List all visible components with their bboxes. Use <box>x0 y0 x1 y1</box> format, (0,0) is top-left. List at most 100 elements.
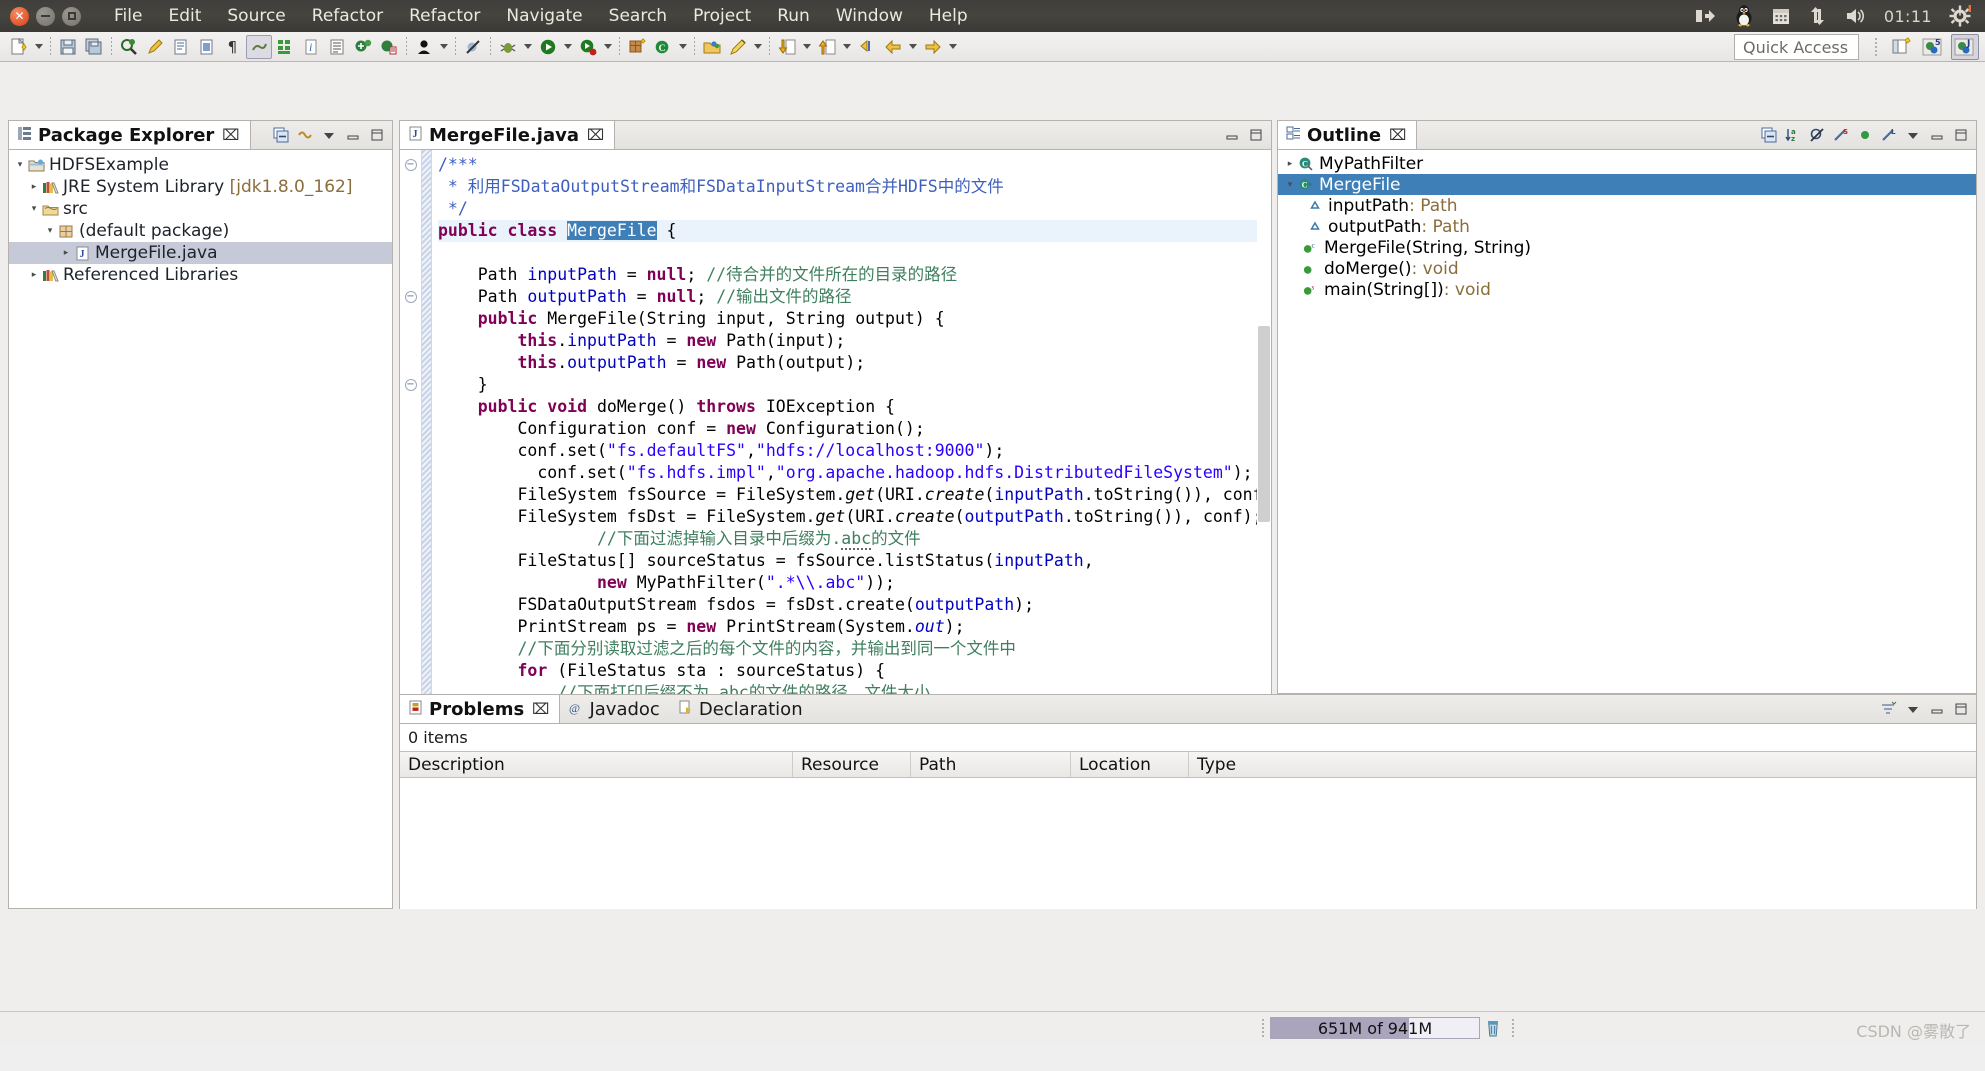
outline-item-inputpath[interactable]: inputPath : Path <box>1278 195 1976 216</box>
skip-all-breakpoints-icon[interactable] <box>460 35 486 59</box>
tab-problems[interactable]: Problems ⌧ <box>400 695 561 723</box>
previous-annotation-icon[interactable] <box>814 35 840 59</box>
trash-icon[interactable] <box>1480 1016 1506 1040</box>
minimize-icon[interactable] <box>1928 127 1945 144</box>
menu-help[interactable]: Help <box>916 3 981 29</box>
column-type[interactable]: Type <box>1189 752 1309 777</box>
minimize-icon[interactable] <box>1223 127 1240 144</box>
coverage-dropdown-icon[interactable] <box>601 35 615 59</box>
build-all-icon[interactable] <box>272 35 298 59</box>
menu-navigate[interactable]: Navigate <box>493 3 595 29</box>
menu-refactor[interactable]: Refactor <box>299 3 396 29</box>
fold-marker[interactable]: − <box>400 154 421 176</box>
forward-icon[interactable] <box>920 35 946 59</box>
column-description[interactable]: Description <box>400 752 793 777</box>
system-clock[interactable]: 01:11 <box>1884 0 1932 32</box>
memory-gauge[interactable]: 651M of 941M <box>1270 1017 1480 1039</box>
next-annotation-icon[interactable] <box>774 35 800 59</box>
menu-source[interactable]: Source <box>214 3 298 29</box>
outline-item-domerge[interactable]: doMerge() : void <box>1278 258 1976 279</box>
outline-item-mypathfilter[interactable]: ▸ C MyPathFilter <box>1278 153 1976 174</box>
document-icon[interactable] <box>324 35 350 59</box>
hide-static-icon[interactable]: S <box>1832 127 1849 144</box>
outline-item-outputpath[interactable]: outputPath : Path <box>1278 216 1976 237</box>
view-menu-icon[interactable] <box>320 127 337 144</box>
tab-javadoc[interactable]: @ Javadoc <box>560 695 669 723</box>
new-wizard-icon[interactable] <box>6 35 32 59</box>
tab-declaration[interactable]: Declaration <box>670 695 813 723</box>
outline-item-mergefile-constructor[interactable]: c MergeFile(String, String) <box>1278 237 1976 258</box>
quick-access-input[interactable]: Quick Access <box>1734 34 1859 60</box>
tab-outline[interactable]: Outline ⌧ <box>1278 121 1418 149</box>
maximize-icon[interactable] <box>1247 127 1264 144</box>
volume-icon[interactable] <box>1845 0 1867 32</box>
debug-icon[interactable] <box>495 35 521 59</box>
menu-search[interactable]: Search <box>596 3 680 29</box>
column-path[interactable]: Path <box>911 752 1071 777</box>
annotate-pen-icon[interactable] <box>725 35 751 59</box>
last-edit-location-icon[interactable] <box>854 35 880 59</box>
show-whitespace-icon[interactable]: ¶ <box>220 35 246 59</box>
tab-mergefile-java[interactable]: J MergeFile.java ⌧ <box>400 121 616 149</box>
new-class-dropdown-icon[interactable] <box>676 35 690 59</box>
run-icon[interactable] <box>535 35 561 59</box>
hide-fields-icon[interactable] <box>1808 127 1825 144</box>
tree-item-jre-system-library[interactable]: ▸ JRE System Library [jdk1.8.0_162] <box>9 176 392 198</box>
close-icon[interactable]: ⌧ <box>222 126 239 144</box>
close-icon[interactable]: ⌧ <box>1389 126 1406 144</box>
power-gear-icon[interactable] <box>1949 0 1971 32</box>
chevron-down-icon[interactable]: ▾ <box>1283 180 1297 190</box>
open-type-icon[interactable] <box>116 35 142 59</box>
menu-edit[interactable]: Edit <box>155 3 214 29</box>
source-code-text[interactable]: /*** * 利用FSDataOutputStream和FSDataInputS… <box>432 150 1271 694</box>
sort-icon[interactable]: az <box>1784 127 1801 144</box>
open-call-hierarchy-icon[interactable] <box>350 35 376 59</box>
save-all-icon[interactable] <box>81 35 107 59</box>
chevron-down-icon[interactable]: ▾ <box>13 160 27 170</box>
link-with-editor-icon[interactable] <box>296 127 313 144</box>
maximize-icon[interactable] <box>1952 127 1969 144</box>
column-resource[interactable]: Resource <box>793 752 911 777</box>
toggle-block-selection-icon[interactable] <box>194 35 220 59</box>
chevron-down-icon[interactable]: ▾ <box>27 204 41 214</box>
tree-item-hdfsexample[interactable]: ▾ HDFSExample <box>9 154 392 176</box>
java-ee-perspective-icon[interactable]: 5 <box>1919 34 1947 60</box>
coverage-icon[interactable] <box>575 35 601 59</box>
chevron-right-icon[interactable]: ▸ <box>27 182 41 192</box>
tree-item-mergefile-java[interactable]: ▸ J MergeFile.java <box>9 242 392 264</box>
fold-marker[interactable]: − <box>400 286 421 308</box>
folding-gutter[interactable]: − − − <box>400 150 422 694</box>
maximize-icon[interactable] <box>1952 701 1969 718</box>
network-transfer-icon[interactable] <box>1808 0 1828 32</box>
fold-marker[interactable]: − <box>400 374 421 396</box>
menu-window[interactable]: Window <box>823 3 916 29</box>
hide-nonpublic-icon[interactable] <box>1856 127 1873 144</box>
chevron-right-icon[interactable]: ▸ <box>1283 159 1297 169</box>
chevron-down-icon[interactable]: ▾ <box>43 226 57 236</box>
menu-project[interactable]: Project <box>680 3 764 29</box>
annotate-dropdown-icon[interactable] <box>751 35 765 59</box>
open-perspective-icon[interactable] <box>1887 34 1915 60</box>
close-icon[interactable]: ⌧ <box>532 700 549 718</box>
open-resource-icon[interactable] <box>699 35 725 59</box>
calendar-icon[interactable] <box>1771 0 1791 32</box>
column-location[interactable]: Location <box>1071 752 1189 777</box>
open-task-icon[interactable] <box>168 35 194 59</box>
view-menu-icon[interactable] <box>1904 701 1921 718</box>
window-close-button[interactable]: ✕ <box>10 6 29 26</box>
editor-vertical-scrollbar[interactable] <box>1257 150 1271 694</box>
code-area[interactable]: − − − /*** * 利用FSDataOutputStream和FSData… <box>400 150 1271 694</box>
tree-item-referenced-libraries[interactable]: ▸ Referenced Libraries <box>9 264 392 286</box>
search-person-icon[interactable] <box>411 35 437 59</box>
close-icon[interactable]: ⌧ <box>587 126 604 144</box>
outline-item-main[interactable]: s main(String[]) : void <box>1278 279 1976 300</box>
java-perspective-icon[interactable]: J <box>1951 34 1979 60</box>
debug-dropdown-icon[interactable] <box>521 35 535 59</box>
chevron-right-icon[interactable]: ▸ <box>27 270 41 280</box>
window-minimize-button[interactable] <box>36 6 55 26</box>
tab-package-explorer[interactable]: Package Explorer ⌧ <box>9 121 251 149</box>
new-java-package-icon[interactable] <box>624 35 650 59</box>
open-type-hierarchy-icon[interactable] <box>376 35 402 59</box>
chevron-right-icon[interactable]: ▸ <box>59 248 73 258</box>
new-wizard-dropdown-icon[interactable] <box>32 35 46 59</box>
